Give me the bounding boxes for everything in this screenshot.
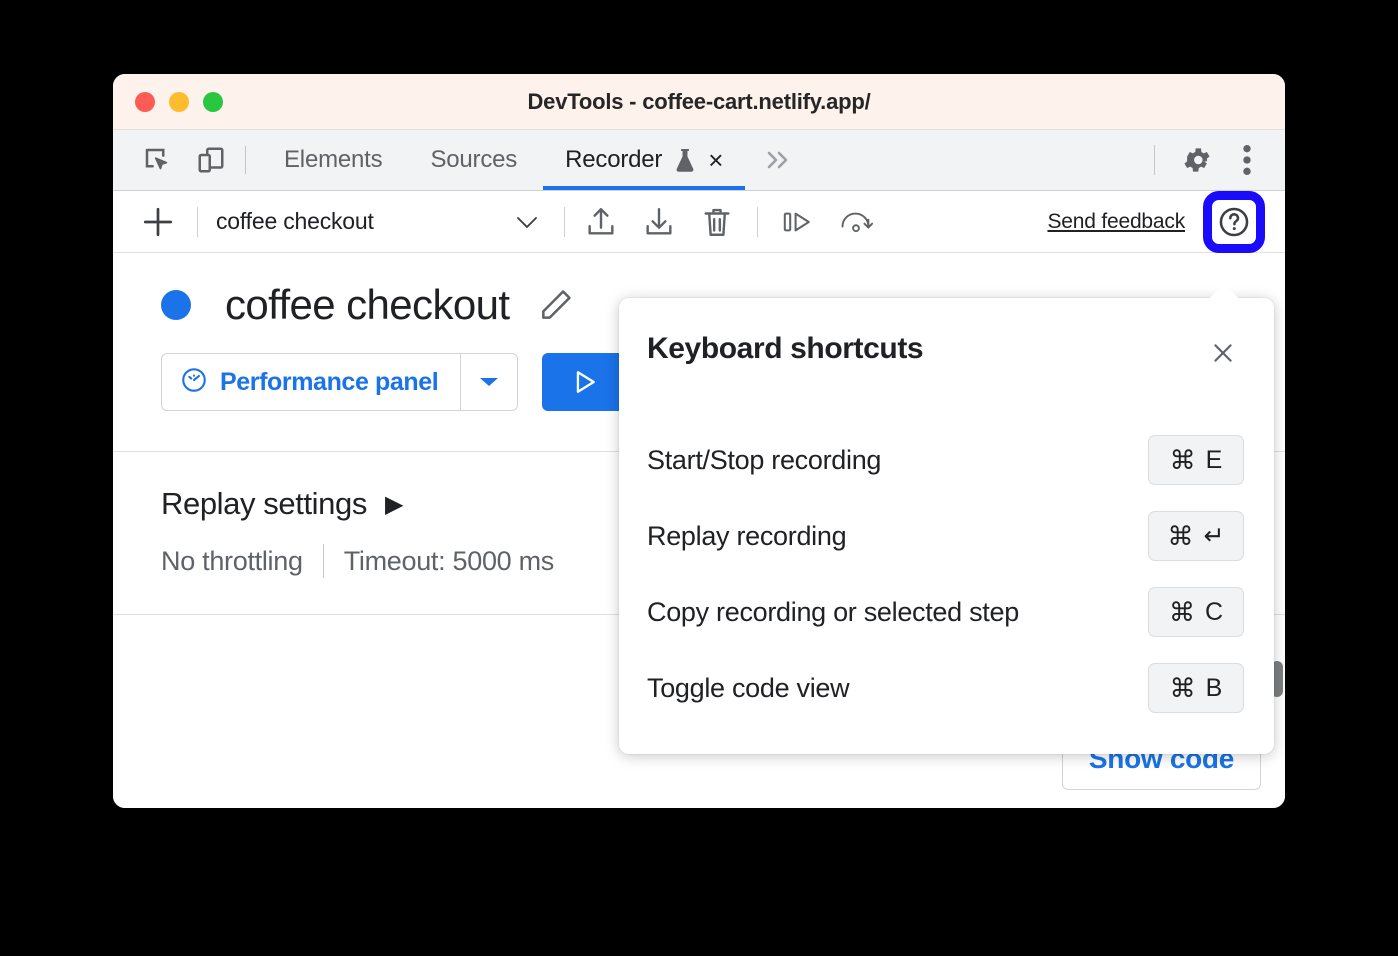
- export-recording-icon[interactable]: [583, 204, 619, 240]
- shortcut-row: Toggle code view ⌘ B: [647, 650, 1244, 726]
- toolbar-divider-2: [564, 207, 565, 237]
- shortcut-list: Start/Stop recording ⌘ E Replay recordin…: [619, 370, 1274, 726]
- step-by-step-replay-icon[interactable]: [780, 204, 816, 240]
- performance-panel-select[interactable]: Performance panel: [161, 353, 518, 411]
- recorder-toolbar: coffee checkout: [113, 191, 1285, 253]
- shortcut-keycap: ⌘ B: [1148, 663, 1244, 713]
- shortcut-row: Replay recording ⌘ ↵: [647, 498, 1244, 574]
- traffic-lights: [135, 92, 223, 112]
- recorder-toolbar-right: Send feedback: [1047, 191, 1265, 253]
- recording-selector[interactable]: coffee checkout: [216, 208, 546, 235]
- more-options-icon[interactable]: [1225, 138, 1269, 182]
- keyboard-shortcuts-popup: Keyboard shortcuts Start/Stop recording …: [619, 298, 1274, 754]
- settings-gear-icon[interactable]: [1175, 138, 1219, 182]
- maximize-window-button[interactable]: [203, 92, 223, 112]
- replay-settings-label: Replay settings: [161, 486, 367, 522]
- help-icon: [1203, 191, 1265, 253]
- screenshot-root: DevTools - coffee-cart.netlify.app/: [0, 0, 1398, 956]
- performance-panel-label: Performance panel: [220, 368, 438, 397]
- performance-panel-main[interactable]: Performance panel: [162, 354, 460, 410]
- devtools-tab-bar: Elements Sources Recorder ×: [113, 130, 1285, 191]
- tab-sources-label: Sources: [430, 146, 517, 174]
- modifier-key: ⌘: [1168, 521, 1194, 552]
- timeout-value: Timeout: 5000 ms: [344, 546, 554, 577]
- shortcut-keycap: ⌘ E: [1148, 435, 1244, 485]
- modifier-key: ⌘: [1170, 445, 1196, 476]
- shortcut-row: Start/Stop recording ⌘ E: [647, 422, 1244, 498]
- chevron-down-icon: [514, 213, 546, 231]
- recording-title: coffee checkout: [225, 281, 509, 329]
- popup-header: Keyboard shortcuts: [619, 298, 1274, 370]
- recording-selector-label: coffee checkout: [216, 208, 374, 235]
- shortcut-label: Start/Stop recording: [647, 445, 881, 476]
- modifier-key: ⌘: [1169, 597, 1195, 628]
- devtools-tabs: Elements Sources Recorder ×: [260, 130, 811, 190]
- toolbar-divider-1: [197, 207, 198, 237]
- shortcut-key: E: [1206, 446, 1223, 475]
- close-tab-icon[interactable]: ×: [708, 147, 723, 173]
- add-recording-button[interactable]: [137, 201, 179, 243]
- tab-bar-right-divider: [1154, 145, 1155, 175]
- tab-bar-divider: [245, 146, 246, 174]
- shortcut-label: Toggle code view: [647, 673, 849, 704]
- shortcut-label: Copy recording or selected step: [647, 597, 1019, 628]
- tab-bar-left-icons: [113, 140, 231, 180]
- recorder-actions: [583, 204, 874, 240]
- modifier-key: ⌘: [1170, 673, 1196, 704]
- shortcut-label: Replay recording: [647, 521, 846, 552]
- performance-icon: [180, 366, 208, 399]
- tab-sources[interactable]: Sources: [406, 130, 541, 190]
- window-title: DevTools - coffee-cart.netlify.app/: [113, 89, 1285, 115]
- popup-title: Keyboard shortcuts: [647, 332, 923, 366]
- inspect-element-icon[interactable]: [137, 140, 177, 180]
- summary-divider: [323, 544, 324, 578]
- pencil-icon[interactable]: [537, 286, 575, 324]
- replay-button[interactable]: [542, 353, 626, 411]
- device-toolbar-icon[interactable]: [191, 140, 231, 180]
- shortcut-keycap: ⌘ ↵: [1148, 511, 1244, 561]
- tab-elements-label: Elements: [284, 146, 382, 174]
- expand-arrow-icon: ▶: [385, 490, 403, 519]
- shortcut-row: Copy recording or selected step ⌘ C: [647, 574, 1244, 650]
- import-recording-icon[interactable]: [641, 204, 677, 240]
- send-feedback-link[interactable]: Send feedback: [1047, 210, 1185, 234]
- shortcut-key: B: [1206, 674, 1223, 703]
- delete-recording-icon[interactable]: [699, 204, 735, 240]
- toolbar-divider-3: [757, 207, 758, 237]
- help-button[interactable]: [1203, 191, 1265, 253]
- close-icon[interactable]: [1206, 336, 1240, 370]
- shortcut-key: C: [1205, 598, 1223, 627]
- close-window-button[interactable]: [135, 92, 155, 112]
- window-title-bar: DevTools - coffee-cart.netlify.app/: [113, 74, 1285, 130]
- recording-status-dot: [161, 290, 191, 320]
- experimental-flask-icon: [674, 147, 696, 173]
- more-tabs-icon[interactable]: [747, 149, 811, 171]
- throttling-value: No throttling: [161, 546, 303, 577]
- minimize-window-button[interactable]: [169, 92, 189, 112]
- shortcut-keycap: ⌘ C: [1148, 587, 1244, 637]
- replay-speed-icon[interactable]: [838, 204, 874, 240]
- tab-bar-right-icons: [1154, 138, 1269, 182]
- tab-elements[interactable]: Elements: [260, 130, 406, 190]
- tab-recorder-label: Recorder: [565, 146, 662, 174]
- tab-recorder[interactable]: Recorder ×: [541, 130, 747, 190]
- shortcut-key: ↵: [1204, 521, 1225, 551]
- performance-select-caret-icon[interactable]: [461, 354, 517, 410]
